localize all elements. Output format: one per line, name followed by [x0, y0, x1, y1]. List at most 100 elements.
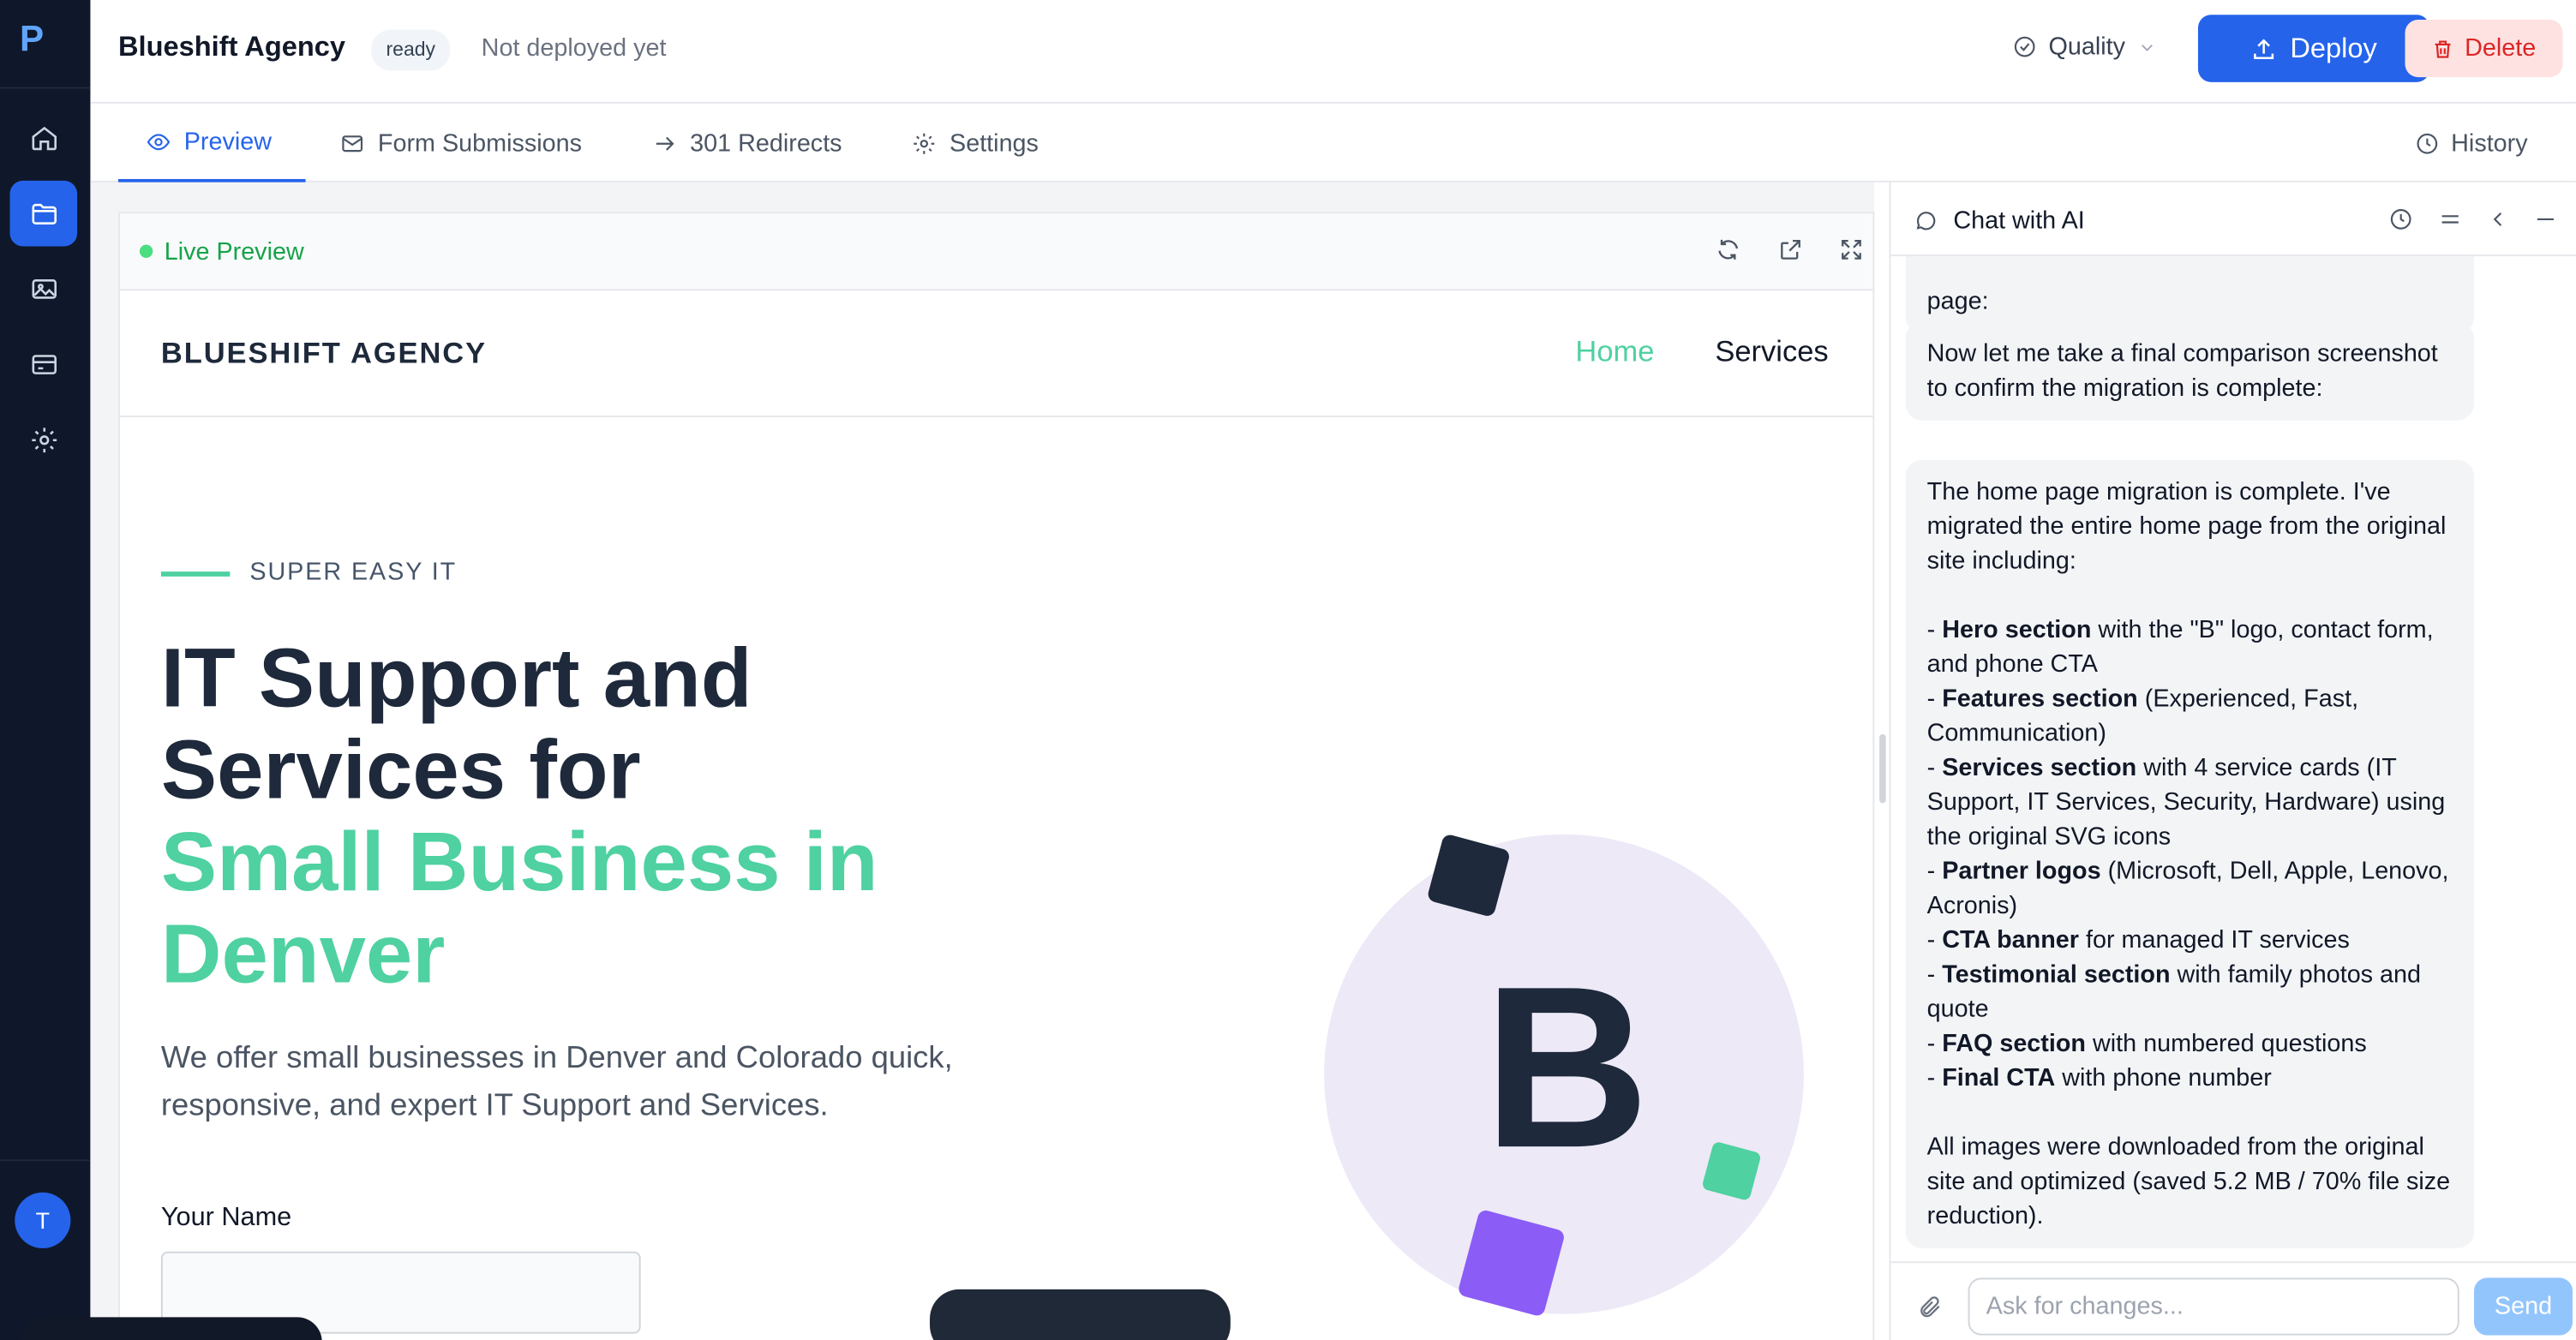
chat-message-text: Now let me take a final comparison scree… [1926, 339, 2438, 403]
hero-logo-letter: B [1483, 937, 1650, 1196]
app-sidebar: P T [0, 0, 91, 1340]
chevron-left-icon [2493, 212, 2502, 226]
hero-title-accent: Denver [160, 906, 446, 1001]
chat-menu-button[interactable] [2438, 207, 2463, 240]
refresh-icon [1718, 239, 1739, 260]
sidebar-item-media[interactable] [10, 256, 78, 322]
hero-eyebrow: SUPER EASY IT [249, 558, 458, 587]
refresh-button[interactable] [1715, 236, 1745, 266]
top-header: Blueshift Agency ready Not deployed yet … [90, 0, 2576, 104]
site-brand[interactable]: BLUESHIFT AGENCY [161, 337, 487, 371]
chat-message-text: page: [1926, 287, 1989, 316]
chat-messages[interactable]: page: Now let me take a final comparison… [1890, 256, 2575, 1261]
chat-list-item: - Final CTA with phone number [1926, 1064, 2272, 1092]
quality-label: Quality [2048, 33, 2125, 61]
live-indicator-icon [139, 244, 153, 258]
hero-title: IT Support and Services for Small Busine… [160, 631, 1081, 1001]
delete-button-label: Delete [2465, 34, 2537, 63]
sidebar-item-settings[interactable] [10, 407, 78, 473]
chat-header: Chat with AI [1890, 182, 2576, 257]
tab-label: Settings [950, 129, 1039, 158]
preview-area: Live Preview BLUESHIFT AGENCY Home Servi… [90, 182, 1875, 1340]
chat-list-item: - FAQ section with numbered questions [1926, 1029, 2367, 1058]
sidebar-item-home[interactable] [10, 105, 78, 171]
chat-panel: Chat with AI page: Now let me take a fin… [1889, 182, 2576, 1340]
clock-icon [2417, 133, 2438, 154]
send-button[interactable]: Send [2474, 1277, 2573, 1336]
chat-message-text: All images were downloaded from the orig… [1926, 1133, 2451, 1230]
open-external-button[interactable] [1777, 236, 1807, 266]
chat-list-item: - CTA banner for managed IT services [1926, 926, 2350, 954]
name-field-label: Your Name [160, 1204, 292, 1232]
site-nav-home[interactable]: Home [1575, 335, 1654, 369]
gear-icon [31, 428, 57, 453]
tab-label: Preview [183, 127, 272, 156]
hero-subtitle: We offer small businesses in Denver and … [160, 1041, 953, 1124]
tab-301-redirects[interactable]: 301 Redirects [652, 104, 842, 182]
external-link-icon [1781, 240, 1800, 260]
status-badge: ready [371, 29, 451, 71]
floating-pill[interactable] [20, 1317, 322, 1340]
folder-icon [31, 203, 57, 225]
expand-icon [1842, 240, 1861, 260]
home-icon [31, 126, 57, 151]
chat-list-item: - Services section with 4 service cards … [1926, 753, 2446, 852]
menu-icon [2441, 215, 2459, 224]
mail-icon [342, 135, 363, 152]
chat-list-item: - Features section (Experienced, Fast, C… [1926, 685, 2359, 748]
user-avatar[interactable]: T [15, 1192, 71, 1248]
chat-bubble-icon [1914, 208, 1938, 241]
tab-settings[interactable]: Settings [912, 104, 1039, 182]
paperclip-icon [1920, 1296, 1940, 1318]
card-icon [31, 355, 57, 374]
chevron-down-icon [2141, 44, 2153, 51]
sidebar-item-billing[interactable] [10, 332, 78, 398]
chat-minimize-button[interactable] [2533, 207, 2558, 240]
deploy-button[interactable]: Deploy [2197, 15, 2430, 82]
eye-icon [147, 133, 171, 150]
sidebar-item-projects[interactable] [9, 180, 78, 247]
minus-icon [2537, 218, 2554, 220]
history-label: History [2451, 129, 2528, 159]
chat-message: Now let me take a final comparison scree… [1905, 321, 2475, 421]
hero-title-line: Services for [160, 722, 641, 817]
history-button[interactable]: History [2415, 129, 2528, 158]
clock-icon [2390, 209, 2411, 230]
sidebar-divider [0, 1159, 91, 1162]
hero-title-line: IT Support and [160, 631, 752, 725]
arrow-right-icon [656, 135, 674, 150]
chat-input[interactable] [1968, 1277, 2459, 1336]
chat-history-button[interactable] [2388, 207, 2413, 240]
deploy-status-text: Not deployed yet [481, 34, 667, 63]
sidebar-divider [0, 87, 91, 89]
delete-button[interactable]: Delete [2405, 20, 2563, 78]
quality-dropdown[interactable]: Quality [2012, 33, 2156, 61]
preview-toolbar: Live Preview [119, 213, 1873, 291]
tab-preview[interactable]: Preview [118, 104, 306, 182]
site-title: Blueshift Agency [118, 31, 346, 63]
eyebrow-divider [160, 571, 231, 577]
panel-resize-handle[interactable] [1879, 733, 1886, 804]
trash-icon [2435, 39, 2452, 57]
tab-label: Form Submissions [377, 129, 583, 158]
tab-label: 301 Redirects [690, 129, 842, 158]
site-navbar: BLUESHIFT AGENCY Home Services [119, 292, 1873, 417]
tab-form-submissions[interactable]: Form Submissions [340, 104, 582, 182]
check-circle-icon [2014, 36, 2035, 57]
chat-collapse-button[interactable] [2485, 207, 2510, 240]
chat-title: Chat with AI [1953, 206, 2085, 236]
fullscreen-button[interactable] [1838, 236, 1868, 266]
gear-icon [914, 132, 935, 153]
site-nav-services[interactable]: Services [1715, 335, 1828, 369]
image-icon [31, 279, 57, 299]
app-logo-icon[interactable]: P [20, 19, 52, 59]
chat-list-item: - Testimonial section with family photos… [1926, 960, 2422, 1024]
live-preview-frame[interactable]: Live Preview BLUESHIFT AGENCY Home Servi… [118, 212, 1875, 1340]
attach-button[interactable] [1917, 1295, 1944, 1329]
chat-message: The home page migration is complete. I'v… [1905, 459, 2475, 1248]
upload-icon [2254, 38, 2274, 59]
chat-composer: Send [1890, 1261, 2576, 1340]
floating-toolbar[interactable] [930, 1289, 1231, 1340]
live-preview-label: Live Preview [164, 237, 304, 266]
chat-list-item: - Hero section with the "B" logo, contac… [1926, 615, 2434, 679]
